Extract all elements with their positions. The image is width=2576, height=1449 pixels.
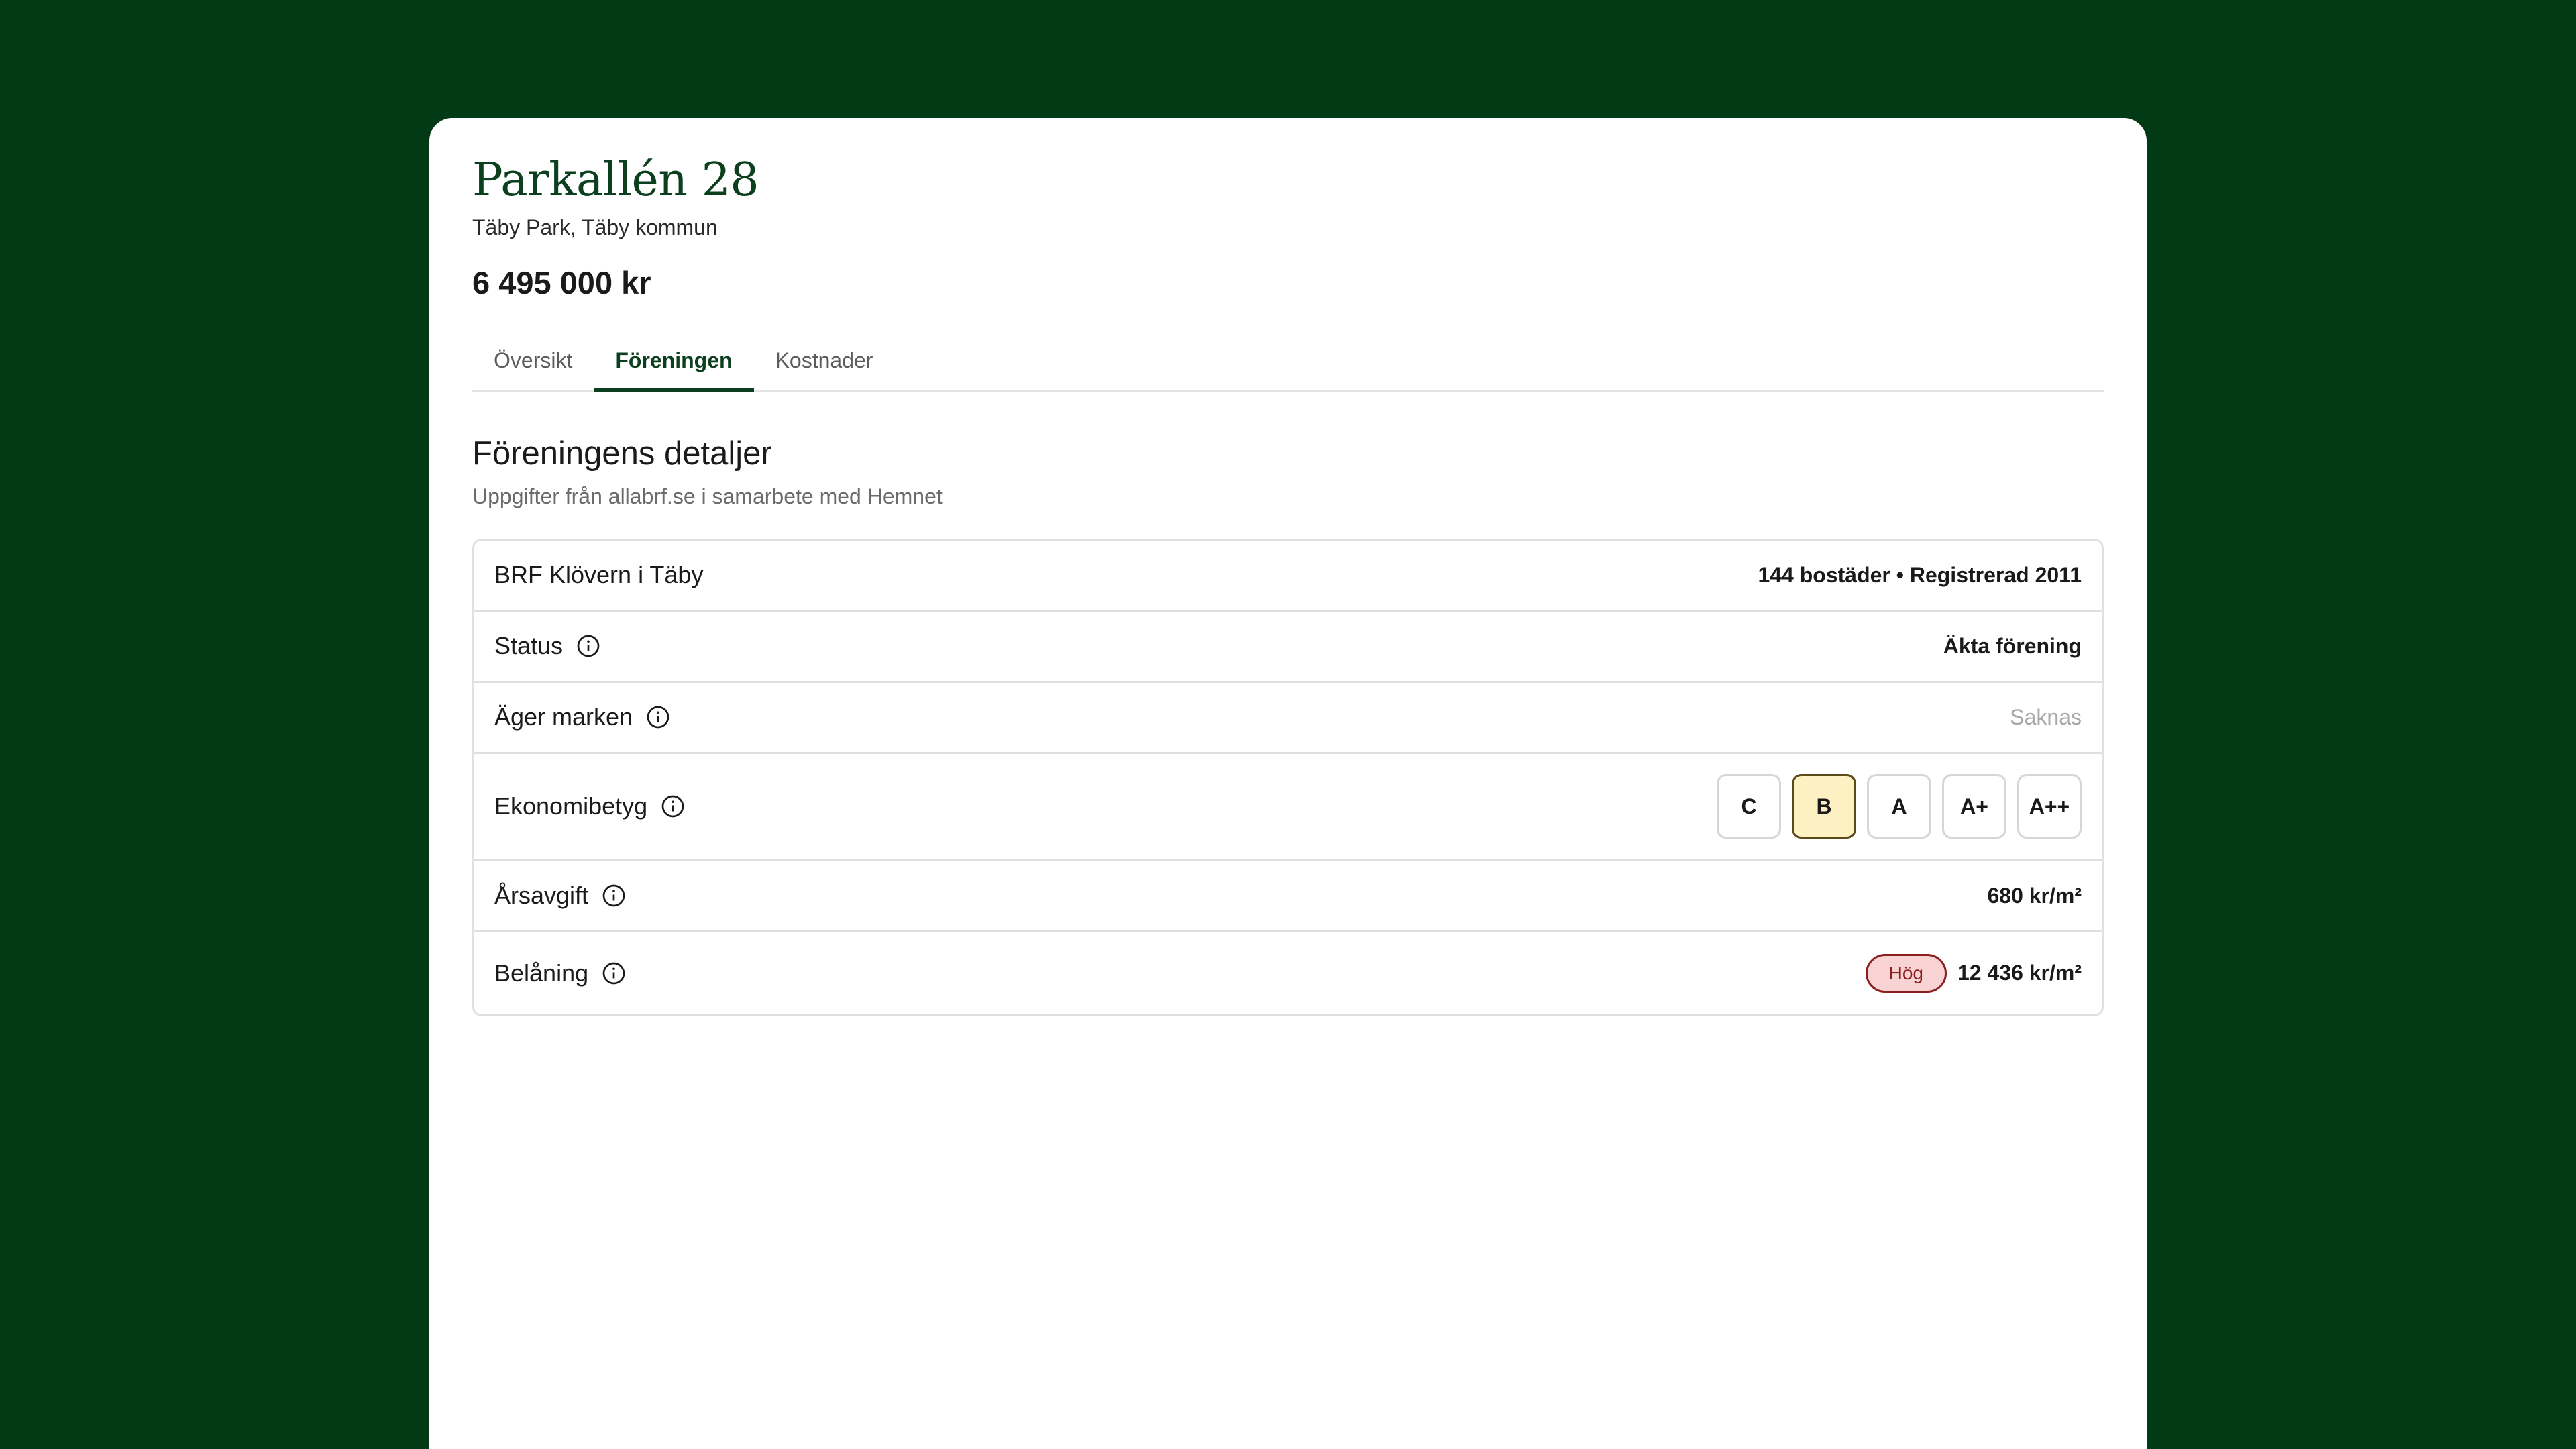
fee-row: Årsavgift 680 kr/m²	[474, 861, 2102, 932]
info-circle-icon[interactable]	[576, 634, 600, 658]
fee-label: Årsavgift	[494, 881, 589, 910]
land-label: Äger marken	[494, 703, 633, 731]
loan-value: 12 436 kr/m²	[1957, 961, 2082, 985]
info-circle-icon[interactable]	[602, 961, 626, 985]
status-label-group: Status	[494, 632, 600, 660]
section-subtitle: Uppgifter från allabrf.se i samarbete me…	[472, 484, 943, 508]
rating-grades: C B A A+ A++	[1717, 774, 2082, 839]
status-row: Status Äkta förening	[474, 612, 2102, 683]
grade-a-plus: A+	[1942, 774, 2006, 839]
rating-label: Ekonomibetyg	[494, 792, 648, 820]
association-name: BRF Klövern i Täby	[494, 561, 704, 589]
fee-value: 680 kr/m²	[1987, 883, 2082, 908]
association-summary: 144 bostäder • Registrerad 2011	[1758, 562, 2082, 587]
rating-row: Ekonomibetyg C B A A+ A++	[474, 754, 2102, 861]
land-row: Äger marken Saknas	[474, 683, 2102, 754]
listing-title: Parkallén 28	[472, 154, 759, 207]
grade-a: A	[1867, 774, 1931, 839]
tab-oversikt[interactable]: Översikt	[472, 343, 594, 390]
tab-bar: Översikt Föreningen Kostnader	[472, 343, 2104, 392]
loan-row: Belåning Hög 12 436 kr/m²	[474, 932, 2102, 1014]
fee-label-group: Årsavgift	[494, 881, 626, 910]
association-details-card: BRF Klövern i Täby 144 bostäder • Regist…	[472, 538, 2104, 1016]
loan-level-badge: Hög	[1865, 953, 1947, 993]
section-title: Föreningens detaljer	[472, 435, 772, 472]
land-label-group: Äger marken	[494, 703, 670, 731]
association-row: BRF Klövern i Täby 144 bostäder • Regist…	[474, 541, 2102, 612]
info-circle-icon[interactable]	[602, 883, 626, 908]
info-circle-icon[interactable]	[661, 794, 685, 818]
status-label: Status	[494, 632, 564, 660]
loan-label: Belåning	[494, 959, 589, 987]
loan-label-group: Belåning	[494, 959, 626, 987]
grade-a-plus-plus: A++	[2017, 774, 2082, 839]
grade-c: C	[1717, 774, 1781, 839]
listing-panel: Parkallén 28 Täby Park, Täby kommun 6 49…	[429, 118, 2147, 1449]
grade-b-selected: B	[1792, 774, 1856, 839]
status-value: Äkta förening	[1943, 633, 2082, 658]
tab-kostnader[interactable]: Kostnader	[754, 343, 895, 390]
land-value: Saknas	[2010, 704, 2082, 729]
loan-value-group: Hög 12 436 kr/m²	[1865, 953, 2082, 993]
listing-price: 6 495 000 kr	[472, 264, 651, 301]
tab-foreningen[interactable]: Föreningen	[594, 343, 754, 392]
rating-label-group: Ekonomibetyg	[494, 792, 685, 820]
listing-location: Täby Park, Täby kommun	[472, 215, 718, 239]
info-circle-icon[interactable]	[646, 705, 670, 729]
